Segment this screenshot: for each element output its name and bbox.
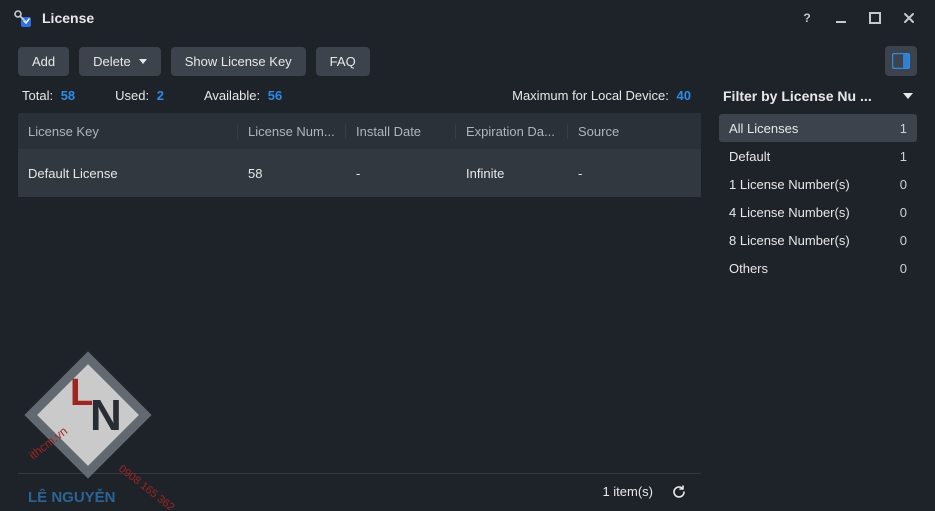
filter-item-count: 0 [900, 261, 907, 276]
table-footer: 1 item(s) [18, 473, 701, 509]
filter-header-ellipsis: ... [860, 88, 872, 104]
item-count: 1 item(s) [602, 484, 653, 499]
delete-button-label: Delete [93, 54, 131, 69]
filter-item-count: 0 [900, 177, 907, 192]
col-install-date[interactable]: Install Date [346, 124, 456, 139]
filter-item[interactable]: All Licenses 1 [719, 114, 917, 142]
show-license-key-button[interactable]: Show License Key [171, 47, 306, 76]
cell-expiration-date: Infinite [456, 166, 568, 181]
license-table: License Key License Num... Install Date … [18, 113, 701, 509]
minimize-button[interactable] [827, 4, 855, 32]
chevron-down-icon [903, 93, 913, 99]
stats-row: Total: 58 Used: 2 Available: 56 Maximum … [18, 88, 701, 113]
filter-header[interactable]: Filter by License Nu ... [719, 88, 917, 114]
filter-item-label: All Licenses [729, 121, 798, 136]
titlebar: License ? [0, 0, 935, 36]
stat-used: Used: 2 [115, 88, 164, 103]
col-expiration-date[interactable]: Expiration Da... [456, 124, 568, 139]
cell-license-number: 58 [238, 166, 346, 181]
chevron-down-icon [139, 59, 147, 64]
col-license-key[interactable]: License Key [18, 124, 238, 139]
cell-license-key: Default License [18, 166, 238, 181]
cell-source: - [568, 166, 701, 181]
toolbar: Add Delete Show License Key FAQ [0, 36, 935, 88]
svg-text:?: ? [803, 11, 810, 25]
filter-item-label: 8 License Number(s) [729, 233, 850, 248]
add-button[interactable]: Add [18, 47, 69, 76]
filter-item[interactable]: 1 License Number(s) 0 [719, 170, 917, 198]
filter-item-count: 1 [900, 121, 907, 136]
window-title: License [42, 10, 94, 26]
filter-item[interactable]: Others 0 [719, 254, 917, 282]
cell-install-date: - [346, 166, 456, 181]
filter-header-label: Filter by License Nu [723, 88, 856, 104]
toggle-side-panel-button[interactable] [885, 46, 917, 76]
help-button[interactable]: ? [793, 4, 821, 32]
filter-list: All Licenses 1 Default 1 1 License Number(s)… [719, 114, 917, 282]
delete-button[interactable]: Delete [79, 47, 161, 76]
filter-item[interactable]: Default 1 [719, 142, 917, 170]
faq-button[interactable]: FAQ [316, 47, 370, 76]
close-button[interactable] [895, 4, 923, 32]
filter-item-count: 0 [900, 205, 907, 220]
refresh-button[interactable] [667, 480, 691, 504]
table-header: License Key License Num... Install Date … [18, 113, 701, 149]
table-body: Default License 58 - Infinite - [18, 149, 701, 473]
filter-item-count: 1 [900, 149, 907, 164]
filter-item-label: Default [729, 149, 770, 164]
filter-item[interactable]: 4 License Number(s) 0 [719, 198, 917, 226]
col-license-number[interactable]: License Num... [238, 124, 346, 139]
stat-available: Available: 56 [204, 88, 282, 103]
maximize-button[interactable] [861, 4, 889, 32]
filter-item[interactable]: 8 License Number(s) 0 [719, 226, 917, 254]
table-row[interactable]: Default License 58 - Infinite - [18, 149, 701, 197]
filter-item-label: Others [729, 261, 768, 276]
filter-item-label: 1 License Number(s) [729, 177, 850, 192]
app-key-icon [12, 8, 32, 28]
filter-item-count: 0 [900, 233, 907, 248]
stat-total: Total: 58 [22, 88, 75, 103]
stat-max: Maximum for Local Device: 40 [512, 88, 701, 103]
filter-item-label: 4 License Number(s) [729, 205, 850, 220]
col-source[interactable]: Source [568, 124, 701, 139]
